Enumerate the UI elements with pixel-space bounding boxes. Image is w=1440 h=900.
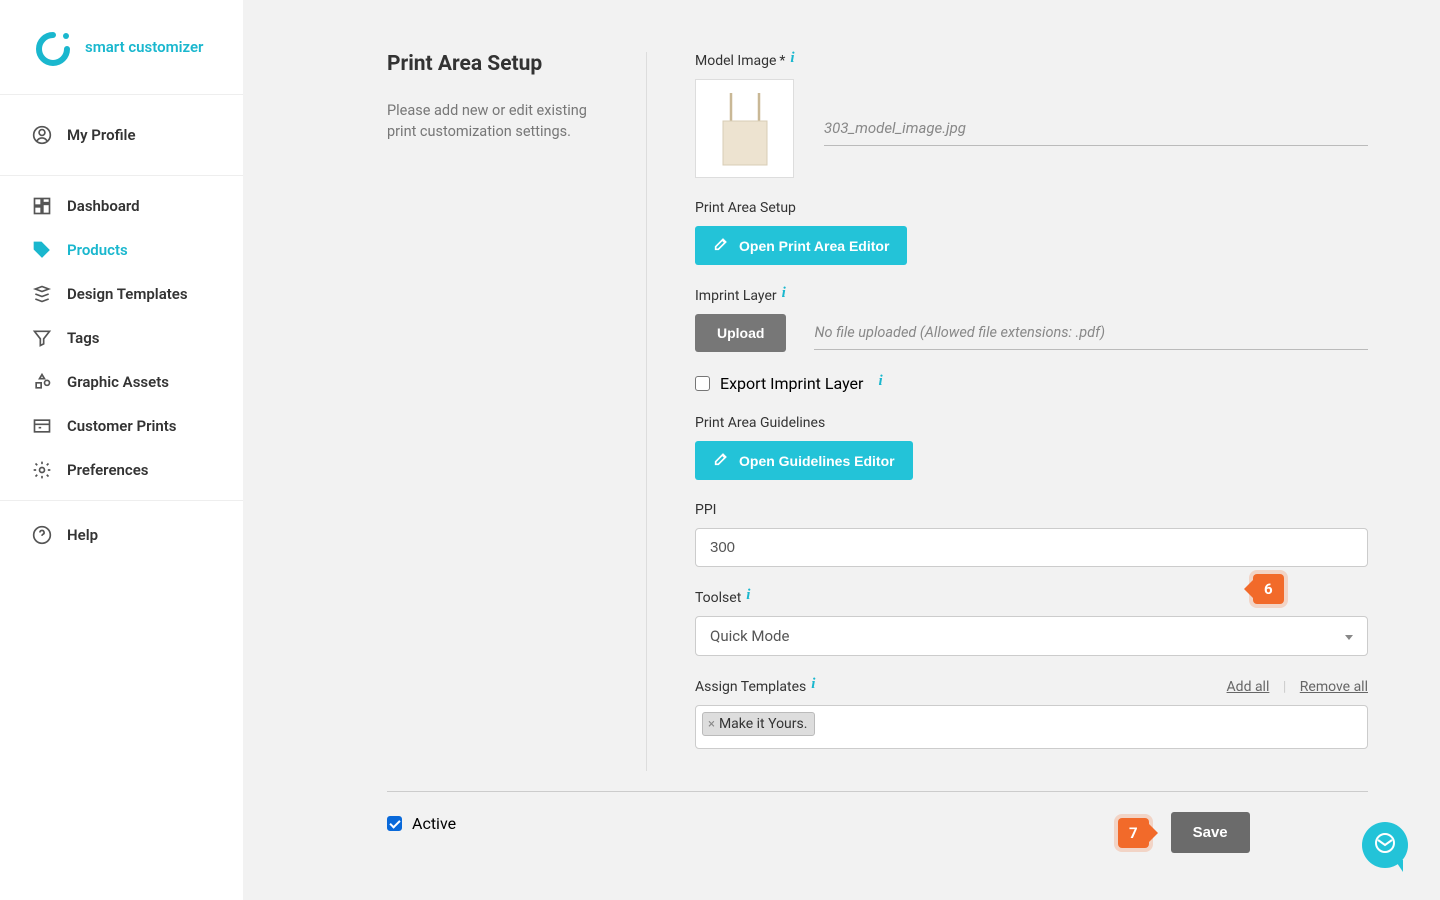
sidebar-header: smart customizer: [0, 0, 243, 95]
sidebar-item-label: Tags: [67, 329, 100, 347]
label-export-imprint: Export Imprint Layer: [720, 374, 863, 393]
step-badge-6: 6: [1253, 574, 1284, 604]
remove-tag-icon[interactable]: ×: [708, 717, 715, 732]
sidebar-item-tags[interactable]: Tags: [0, 316, 243, 360]
sidebar-item-label: Products: [67, 241, 128, 259]
assign-links: Add all | Remove all: [1227, 679, 1368, 695]
info-icon[interactable]: i: [811, 676, 815, 693]
label-print-area-setup: Print Area Setup: [695, 200, 1368, 216]
label-assign-templates: Assign Templates i: [695, 678, 815, 695]
info-icon[interactable]: i: [782, 285, 786, 302]
form-column: Model Image * i 303_model_image.jpg: [647, 52, 1368, 771]
brand-name: smart customizer: [85, 38, 203, 56]
main-content: Print Area Setup Please add new or edit …: [243, 0, 1440, 900]
sidebar-item-customer-prints[interactable]: Customer Prints: [0, 404, 243, 448]
field-export-imprint: Export Imprint Layer i: [695, 374, 1368, 393]
open-print-area-editor-button[interactable]: Open Print Area Editor: [695, 226, 907, 265]
save-button[interactable]: Save: [1171, 812, 1250, 853]
field-assign-templates: Assign Templates i Add all | Remove all …: [695, 678, 1368, 749]
sidebar-item-label: Design Templates: [67, 285, 188, 303]
gear-icon: [32, 460, 52, 480]
remove-all-link[interactable]: Remove all: [1300, 679, 1368, 695]
sidebar-item-label: Dashboard: [67, 197, 140, 215]
save-group: 7 Save: [1118, 812, 1250, 853]
active-checkbox[interactable]: [387, 816, 402, 831]
field-imprint-layer: Imprint Layer i Upload No file uploaded …: [695, 287, 1368, 352]
label-active: Active: [412, 814, 456, 833]
nav-group-profile: My Profile: [0, 95, 243, 176]
templates-icon: [32, 284, 52, 304]
sidebar-item-help[interactable]: Help: [0, 501, 243, 557]
info-icon[interactable]: i: [790, 50, 794, 67]
ppi-input[interactable]: [695, 528, 1368, 567]
info-icon[interactable]: i: [746, 587, 750, 604]
divider: [387, 791, 1368, 792]
section-intro: Print Area Setup Please add new or edit …: [387, 52, 647, 771]
upload-button[interactable]: Upload: [695, 314, 786, 352]
sidebar-item-label: Preferences: [67, 461, 149, 479]
label-imprint-layer: Imprint Layer i: [695, 287, 1368, 304]
sidebar-item-label: Customer Prints: [67, 417, 177, 435]
sidebar-item-my-profile[interactable]: My Profile: [0, 95, 243, 175]
assets-icon: [32, 372, 52, 392]
sidebar-item-design-templates[interactable]: Design Templates: [0, 272, 243, 316]
sidebar-item-graphic-assets[interactable]: Graphic Assets: [0, 360, 243, 404]
field-model-image: Model Image * i 303_model_image.jpg: [695, 52, 1368, 178]
step-badge-7: 7: [1118, 818, 1149, 848]
edit-icon: [713, 451, 729, 470]
sidebar-item-dashboard[interactable]: Dashboard: [0, 176, 243, 228]
sidebar-item-products[interactable]: Products: [0, 228, 243, 272]
template-tag: × Make it Yours.: [702, 712, 815, 736]
tote-bag-icon: [715, 89, 775, 169]
model-filename: 303_model_image.jpg: [824, 111, 1368, 146]
mail-icon: [1373, 831, 1397, 859]
toolset-select[interactable]: Quick Mode: [695, 616, 1368, 656]
sidebar-item-label: My Profile: [67, 126, 136, 144]
dashboard-icon: [32, 196, 52, 216]
field-ppi: PPI: [695, 502, 1368, 567]
sidebar: smart customizer My Profile Dashboard Pr…: [0, 0, 243, 900]
label-model-image: Model Image * i: [695, 52, 1368, 69]
sidebar-item-label: Help: [67, 526, 98, 544]
help-icon: [32, 525, 52, 545]
prints-icon: [32, 416, 52, 436]
label-guidelines: Print Area Guidelines: [695, 415, 1368, 431]
chat-button[interactable]: [1362, 822, 1408, 868]
label-ppi: PPI: [695, 502, 1368, 518]
open-guidelines-editor-button[interactable]: Open Guidelines Editor: [695, 441, 913, 480]
brand-logo-icon: [33, 27, 73, 67]
user-icon: [32, 125, 52, 145]
sidebar-item-label: Graphic Assets: [67, 373, 169, 391]
field-guidelines: Print Area Guidelines Open Guidelines Ed…: [695, 415, 1368, 480]
edit-icon: [713, 236, 729, 255]
upload-placeholder: No file uploaded (Allowed file extension…: [814, 316, 1368, 350]
tag-icon: [32, 240, 52, 260]
add-all-link[interactable]: Add all: [1227, 679, 1270, 695]
field-print-area-setup: Print Area Setup Open Print Area Editor: [695, 200, 1368, 265]
section-description: Please add new or edit existing print cu…: [387, 100, 606, 142]
brand-logo[interactable]: smart customizer: [33, 27, 203, 67]
templates-tagbox[interactable]: × Make it Yours.: [695, 705, 1368, 749]
info-icon[interactable]: i: [878, 373, 882, 390]
model-thumbnail[interactable]: [695, 79, 794, 178]
sidebar-item-preferences[interactable]: Preferences: [0, 448, 243, 500]
funnel-icon: [32, 328, 52, 348]
nav-group-main: Dashboard Products Design Templates Tags…: [0, 176, 243, 501]
section-title: Print Area Setup: [387, 52, 606, 76]
export-imprint-checkbox[interactable]: [695, 376, 710, 391]
